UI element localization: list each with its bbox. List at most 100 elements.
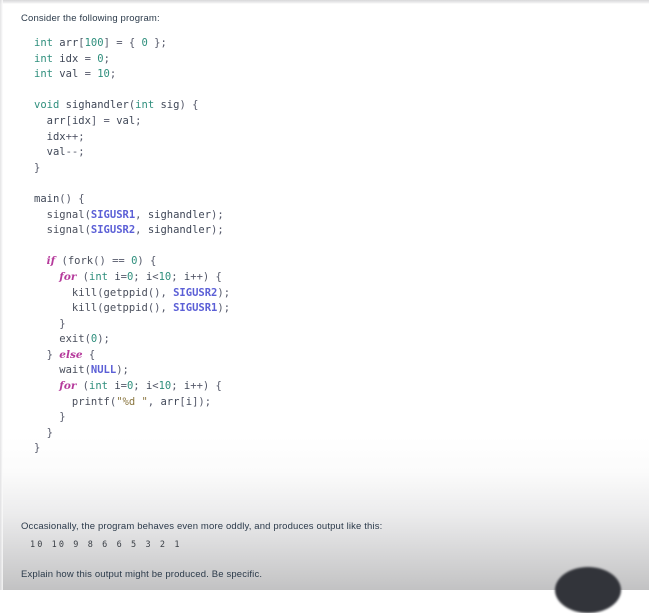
code-token: , [135,208,148,221]
code-token: } [34,426,53,439]
code-token: for [59,270,77,283]
code-token: printf [34,395,110,408]
code-token: ; [109,68,117,81]
code-token: idx [34,130,66,143]
code-token: --; [65,146,85,159]
code-token: (), [147,302,174,315]
code-token: val [116,114,136,127]
code-token: } [34,411,66,424]
code-token: sighandler [65,99,129,112]
code-line: printf("%d ", arr[i]); [34,395,434,411]
code-token: void [34,99,60,112]
code-token: 100 [84,37,104,49]
code-line: void sighandler(int sig) { [34,98,434,114]
code-token: ); [211,224,224,237]
code-token: getppid [103,302,148,315]
code-token: } [34,442,41,455]
explain-prompt-text: Explain how this output might be produce… [21,569,263,580]
code-token: () == [93,255,132,268]
code-token: int [34,37,53,49]
code-token: else [59,348,83,361]
code-line: wait(NULL); [34,363,434,379]
code-token: = [78,68,98,81]
code-token: int [89,380,108,393]
code-token: int [34,52,53,65]
code-token: signal [34,208,85,221]
code-token: 10 [158,380,172,393]
code-token: () { [59,192,85,205]
code-token: exit [34,333,85,346]
code-token: fork [67,255,94,268]
code-line: int val = 10; [34,67,434,83]
code-token: ); [217,302,231,315]
code-token: kill [34,286,98,299]
code-token: idx [59,52,79,65]
code-token: SIGUSR2 [90,224,136,237]
code-token: } [34,161,41,174]
code-token: arr [59,37,79,49]
page-root: Consider the following program: int arr[… [0,0,649,613]
code-token: ); [97,333,110,346]
code-token: NULL [90,364,117,377]
code-token: val [34,146,66,159]
code-token: ) { [179,99,199,112]
code-token: ; [135,114,142,127]
code-line: } else { [34,348,434,364]
code-token: arr [34,114,66,127]
code-token: val [59,68,79,81]
code-token: ); [211,208,224,221]
code-token: }; [147,37,167,49]
code-token: ( [76,380,90,393]
code-token: 10 [97,68,110,81]
code-line: signal(SIGUSR1, sighandler); [34,208,434,224]
code-line: for (int i=0; i<10; i++) { [34,379,434,395]
code-token: arr [160,395,180,408]
code-line: int arr[100] = { 0 }; [34,36,434,52]
code-token: getppid [103,286,148,299]
code-token: "%d " [116,395,148,408]
code-line: arr[idx] = val; [34,114,434,130]
code-token: ) { [137,255,157,268]
code-line: val--; [34,145,434,161]
code-token: ; [171,380,184,393]
code-line: } [34,161,434,177]
code-line: } [34,441,434,457]
program-output-sample: 10 10 9 8 6 6 5 3 2 1 [30,540,182,550]
code-line: exit(0); [34,332,434,348]
code-token: SIGUSR2 [173,286,218,299]
code-token: ( [55,255,68,268]
code-token: ( [76,270,90,283]
code-line: for (int i=0; i<10; i++) { [34,270,434,286]
code-token: SIGUSR1 [90,208,136,221]
code-line: main() { [34,192,434,208]
code-token: , [135,224,148,237]
code-line: } [34,317,434,333]
dark-circle-overlay [555,567,621,613]
code-token: } [34,348,60,361]
code-token: ]); [192,395,212,408]
code-line: } [34,426,434,442]
code-line: kill(getppid(), SIGUSR2); [34,286,434,302]
code-token: ++) { [190,380,222,393]
occasionally-prompt-text: Occasionally, the program behaves even m… [21,521,383,532]
code-token: { [82,348,96,361]
code-token: , [147,395,161,408]
code-listing: int arr[100] = { 0 }; int idx = 0; int val… [34,36,434,457]
code-token: int [34,68,53,81]
code-token: ; [133,270,146,283]
code-token: SIGUSR1 [173,302,218,315]
code-token: ++) { [190,270,222,283]
code-token: ; [133,380,146,393]
code-token: int [89,270,108,283]
code-line: } [34,410,434,426]
code-token: = { [109,37,142,49]
code-line: if (fork() == 0) { [34,254,434,270]
code-line: idx++; [34,130,434,146]
code-token: int [135,99,155,112]
code-line: signal(SIGUSR2, sighandler); [34,223,434,239]
